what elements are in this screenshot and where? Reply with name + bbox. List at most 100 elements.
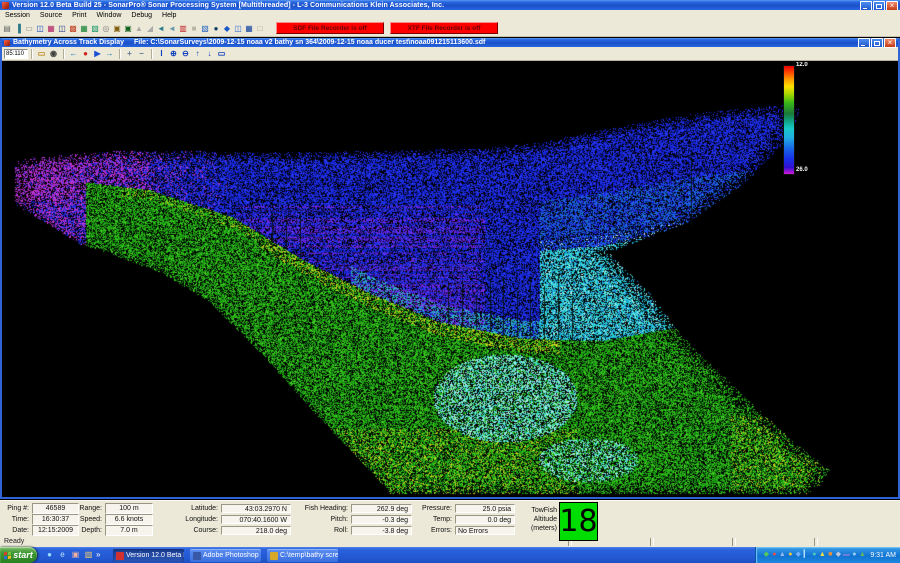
blank-icon[interactable]: ■ (189, 22, 199, 35)
data-row: Speed:6.6 knots (70, 514, 153, 525)
menu-source[interactable]: Source (35, 12, 67, 19)
app-icon (2, 2, 9, 9)
quicklaunch-overflow-chevron[interactable]: » (96, 549, 100, 560)
menu-session[interactable]: Session (0, 12, 35, 19)
dual-display-icon[interactable]: ◫ (57, 22, 67, 35)
field-label: Time: (2, 516, 32, 523)
upload-disabled-icon[interactable]: ▲ (134, 22, 144, 35)
tray-power-icon[interactable]: ▲ (818, 547, 826, 563)
tray-sync-icon[interactable]: ● (810, 547, 818, 563)
bathy-maximize-button[interactable] (871, 38, 883, 48)
quicklaunch-ie-icon[interactable]: e (57, 549, 68, 560)
taskbar-task-2[interactable]: Adobe Photoshop (190, 549, 261, 562)
sdf-recorder-button[interactable]: SDF File Recorder is off (276, 22, 384, 34)
tray-display-icon[interactable]: ◆ (834, 547, 842, 563)
range-scale-field[interactable] (4, 49, 28, 59)
pan-up-icon[interactable]: ↑ (192, 48, 203, 59)
rewind-icon[interactable]: ← (68, 48, 79, 59)
towfish-altitude-value: 18 (559, 504, 597, 539)
tray-bluetooth-icon[interactable]: ◆ (794, 547, 802, 563)
bathymetry-point-cloud[interactable] (2, 61, 898, 497)
bathymetry-file-path: File: C:\SonarSurveys\2009-12-15 noaa v2… (134, 39, 485, 46)
display-yellow-icon[interactable]: ▣ (112, 22, 122, 35)
tray-network-icon[interactable]: ◆ (762, 547, 770, 563)
stop-icon[interactable]: ● (80, 48, 91, 59)
display-green-icon[interactable]: ▣ (123, 22, 133, 35)
bathy-minimize-button[interactable] (858, 38, 870, 48)
waterfall-color-icon[interactable]: ▩ (68, 22, 78, 35)
task-icon (193, 552, 201, 560)
tile-windows-icon[interactable]: ◫ (233, 22, 243, 35)
data-row: Time:16:30:37 (2, 514, 79, 525)
taskbar-task-1[interactable]: Version 12.0 Beta Bul... (113, 549, 184, 562)
search-binoculars-icon[interactable]: ◉ (48, 48, 59, 59)
data-row: Date:12:15:2009 (2, 525, 79, 536)
tray-volume-icon[interactable]: ▎ (802, 547, 810, 563)
mark-out-icon[interactable]: − (136, 48, 147, 59)
start-button-label: start (13, 550, 33, 560)
mark-in-icon[interactable]: + (124, 48, 135, 59)
open-file-icon[interactable]: ▭ (36, 48, 47, 59)
play-icon[interactable]: ▶ (92, 48, 103, 59)
xtf-recorder-button[interactable]: XTF File Recorder is off (390, 22, 498, 34)
field-label: Date: (2, 527, 32, 534)
towfish-label-line1: TowFish (515, 506, 557, 515)
ibeam-cursor-icon[interactable]: I (156, 48, 167, 59)
quick-launch-bar: » ●e▣▧ (44, 549, 100, 560)
tray-update-icon[interactable]: ● (786, 547, 794, 563)
data-row: Roll:-3.8 deg (298, 525, 412, 536)
tray-usb-icon[interactable]: ▲ (778, 547, 786, 563)
bathymetry-window-icon (4, 40, 10, 46)
menu-help[interactable]: Help (157, 12, 181, 19)
field-value: 262.9 deg (351, 504, 412, 513)
menu-debug[interactable]: Debug (126, 12, 157, 19)
data-row: Depth:7.0 m (70, 525, 153, 536)
desktop: Version 12.0 Beta Build 25 - SonarPro® S… (0, 0, 900, 563)
select-region-icon[interactable]: ▭ (216, 48, 227, 59)
dual-channel-icon[interactable]: ◫ (35, 22, 45, 35)
plug-connect-icon[interactable]: ▐ (13, 22, 23, 35)
map-icon[interactable]: ▧ (200, 22, 210, 35)
bathy-close-button[interactable] (884, 38, 896, 48)
field-label: Temp: (404, 516, 455, 523)
tray-wifi-icon[interactable]: ● (850, 547, 858, 563)
nav-icon[interactable]: ◆ (222, 22, 232, 35)
field-label: Longitude: (180, 516, 221, 523)
snapshot-icon[interactable]: ● (211, 22, 221, 35)
gain-bars-icon[interactable]: ▥ (178, 22, 188, 35)
menu-window[interactable]: Window (92, 12, 127, 19)
field-label: Latitude: (180, 505, 221, 512)
task-label: Adobe Photoshop (203, 552, 259, 559)
print-icon[interactable]: ▤ (2, 22, 12, 35)
tray-battery-icon[interactable]: ■ (826, 547, 834, 563)
main-toolbar-icons: ▤▐▭◫▦◫▩▦▧◎▣▣▲◢◄◄▥■▧●◆◫▦□ (2, 22, 266, 35)
menu-print[interactable]: Print (67, 12, 91, 19)
cursor-left-alt-icon[interactable]: ◄ (167, 22, 177, 35)
chart-green-icon[interactable]: ▦ (79, 22, 89, 35)
quicklaunch-browser-icon[interactable]: ● (44, 549, 55, 560)
quicklaunch-folder-icon[interactable]: ▧ (83, 549, 94, 560)
save-icon[interactable]: ▦ (244, 22, 254, 35)
field-value: -0.3 deg (351, 515, 412, 524)
waterfall-red-icon[interactable]: ▦ (46, 22, 56, 35)
annotate-disabled-icon[interactable]: ◢ (145, 22, 155, 35)
tray-messenger-icon[interactable]: ▬ (842, 547, 850, 563)
forward-icon[interactable]: → (104, 48, 115, 59)
start-button[interactable]: start (0, 547, 37, 563)
tray-antivirus-icon[interactable]: ● (770, 547, 778, 563)
tray-shield-icon[interactable]: ▲ (858, 547, 866, 563)
new-file-icon[interactable]: □ (255, 22, 265, 35)
cursor-left-icon[interactable]: ◄ (156, 22, 166, 35)
target-circle-icon[interactable]: ◎ (101, 22, 111, 35)
field-label: Course: (180, 527, 221, 534)
monitor-icon[interactable]: ▭ (24, 22, 34, 35)
system-tray: ◆●▲●◆▎●▲■◆▬●▲ 9:31 AM (755, 547, 900, 563)
zoom-in-icon[interactable]: ⊕ (168, 48, 179, 59)
main-toolbar: ▤▐▭◫▦◫▩▦▧◎▣▣▲◢◄◄▥■▧●◆◫▦□ SDF File Record… (0, 20, 900, 37)
signal-green-icon[interactable]: ▧ (90, 22, 100, 35)
zoom-out-icon[interactable]: ⊖ (180, 48, 191, 59)
quicklaunch-media-icon[interactable]: ▣ (70, 549, 81, 560)
data-row: Pressure:25.0 psia (404, 503, 515, 514)
taskbar-task-3[interactable]: C:\temp\bathy scre... (267, 549, 338, 562)
pan-down-icon[interactable]: ↓ (204, 48, 215, 59)
